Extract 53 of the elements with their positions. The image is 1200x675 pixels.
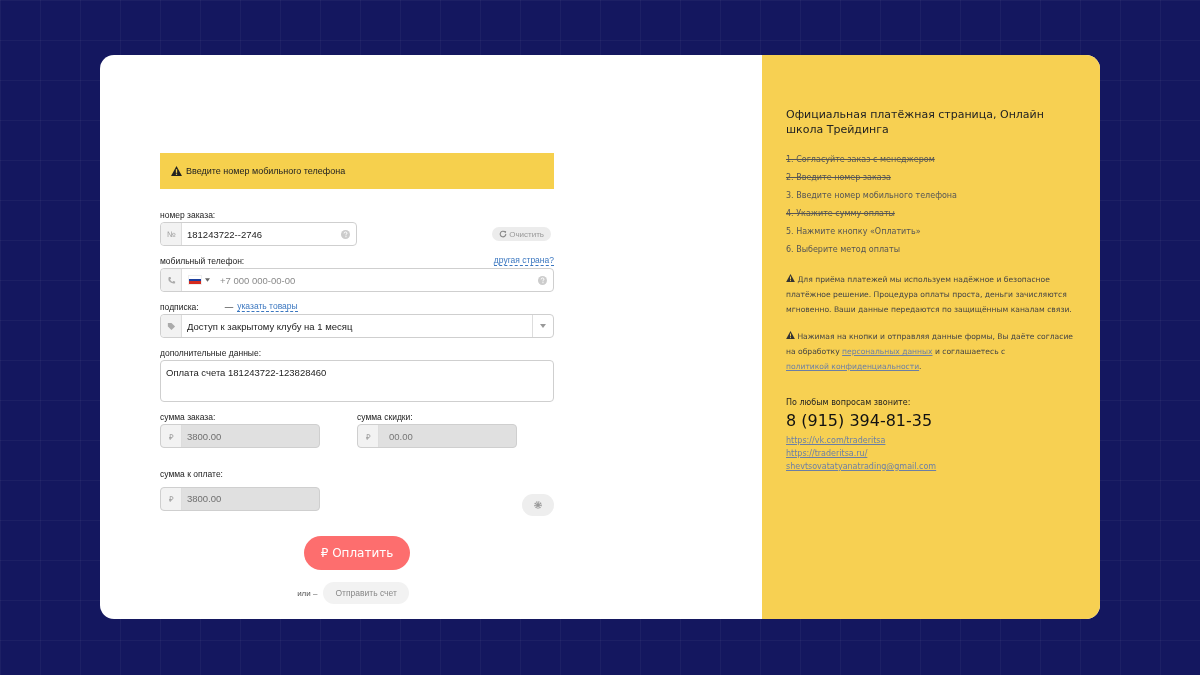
clear-button[interactable]: Очистить <box>492 227 551 241</box>
step-item: 3. Введите номер мобильного телефона <box>786 191 958 200</box>
caret-icon <box>540 324 546 328</box>
other-country-link[interactable]: другая страна? <box>493 255 554 266</box>
step-item: 1. Согласуйте заказ с менеджером <box>786 155 936 164</box>
settings-button[interactable] <box>522 494 554 516</box>
order-number-field[interactable]: № 181243722--2746 <box>160 222 357 246</box>
refresh-icon <box>499 230 508 238</box>
contact-link[interactable]: https://traderitsa.ru/ <box>786 447 868 460</box>
step-item: 2. Введите номер заказа <box>786 173 892 182</box>
field-label: сумма к оплате: <box>160 469 224 479</box>
field-label: подписка: <box>160 301 199 312</box>
warning-icon <box>786 331 795 339</box>
field-value: 3800.00 <box>187 430 223 442</box>
phone-icon <box>161 269 182 291</box>
or-text: или – <box>297 588 318 598</box>
subscription-select[interactable]: Доступ к закрытому клубу на 1 месяц <box>160 314 554 338</box>
phone-input[interactable]: +7 000 000-00-00 <box>218 273 538 287</box>
additional-data-field[interactable]: Оплата счета 181243722-123828460 <box>160 360 554 402</box>
field-prefix: ₽ <box>358 425 379 447</box>
contact-phone: 8 (915) 394-81-35 <box>786 411 934 430</box>
russia-flag-icon[interactable] <box>188 275 202 285</box>
dash-text: — <box>224 301 234 312</box>
step-item: 5. Нажмите кнопку «Оплатить» <box>786 227 922 236</box>
contact-link[interactable]: https://vk.com/traderitsa <box>786 434 886 447</box>
settings-icon <box>533 500 543 510</box>
step-item: 4. Укажите сумму оплаты <box>786 209 896 218</box>
field-label: номер заказа: <box>160 210 217 220</box>
alert-text: Введите номер мобильного телефона <box>186 166 346 176</box>
send-invoice-button[interactable]: Отправить счет <box>323 582 409 604</box>
select-value: Доступ к закрытому клубу на 1 месяц <box>187 320 354 332</box>
help-icon[interactable] <box>538 275 547 285</box>
warning-icon <box>786 274 795 282</box>
field-value: 3800.00 <box>187 493 223 504</box>
field-prefix: № <box>161 223 182 245</box>
step-item: 6. Выберите метод оплаты <box>786 245 901 254</box>
warning-icon <box>171 166 182 176</box>
field-label: дополнительные данные: <box>160 348 263 358</box>
field-value: 181243722--2746 <box>187 228 263 240</box>
field-label: мобильный телефон: <box>160 255 245 266</box>
field-prefix: ₽ <box>161 487 182 510</box>
pay-button[interactable]: ₽ Оплатить <box>303 536 411 570</box>
field-label: сумма скидки: <box>357 412 414 422</box>
tag-icon <box>161 315 182 337</box>
specify-products-link[interactable]: указать товары <box>237 301 298 312</box>
field-label: сумма заказа: <box>160 412 217 422</box>
field-prefix: ₽ <box>161 425 182 447</box>
contact-link[interactable]: shevtsovatatyanatrading@gmail.com <box>786 460 937 473</box>
help-icon[interactable] <box>341 229 350 239</box>
caret-icon[interactable] <box>205 278 210 282</box>
panel-title: Официальная платёжная страница, Онлайн школа Трейдинга <box>786 107 1045 137</box>
phone-field[interactable]: +7 000 000-00-00 <box>160 268 554 292</box>
contact-label: По любым вопросам звоните: <box>786 398 912 407</box>
